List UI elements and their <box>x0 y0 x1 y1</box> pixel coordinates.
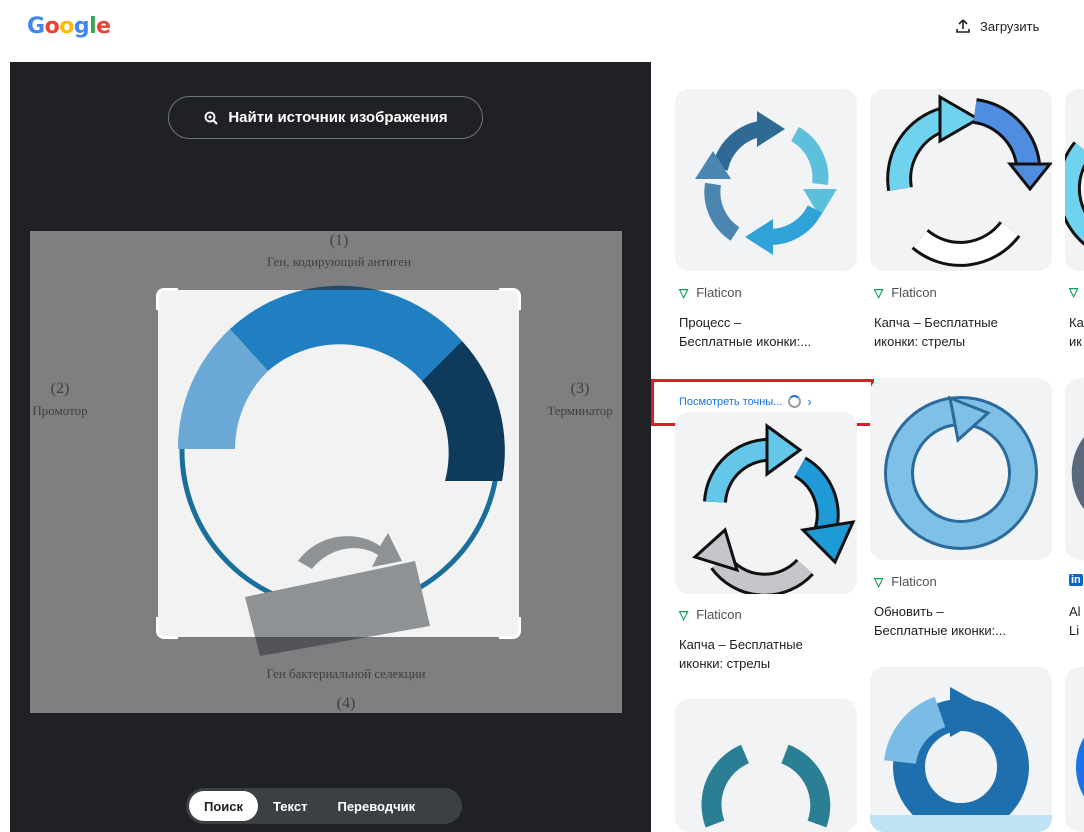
image-viewer-panel: Найти источник изображения (1) Ген, коди… <box>10 62 651 832</box>
cycle-arrows-icon <box>695 111 837 255</box>
mode-text-tab[interactable]: Текст <box>258 791 322 821</box>
flaticon-icon: ▽ <box>679 285 689 300</box>
captcha-arrows-icon <box>886 94 1052 267</box>
find-source-label: Найти источник изображения <box>228 109 448 126</box>
flaticon-icon: ▽ <box>874 574 884 589</box>
label-bottom-number: (4) <box>337 695 356 712</box>
selection-area[interactable] <box>158 290 519 637</box>
crop-handle-bottom-right[interactable] <box>499 617 521 639</box>
result-title[interactable]: Капча – Бесплатные иконки: стрелы <box>679 635 859 673</box>
uploaded-image[interactable]: (1) Ген, кодирующий антиген (2) Промотор… <box>30 231 622 713</box>
blue-cycle-arrows-icon <box>870 687 1052 832</box>
find-image-source-button[interactable]: Найти источник изображения <box>168 96 483 139</box>
results-panel: ▽ Flaticon Процесс – Бесплатные иконки:.… <box>651 62 1084 832</box>
result-source[interactable]: ▽ Flaticon <box>874 285 937 300</box>
result-source[interactable]: in <box>1069 574 1083 586</box>
result-thumbnail[interactable] <box>675 89 857 271</box>
captcha-arrows-icon <box>692 423 856 594</box>
result-thumbnail[interactable] <box>870 667 1052 832</box>
result-thumbnail[interactable] <box>870 378 1052 560</box>
result-source[interactable]: ▽ <box>1069 285 1078 299</box>
result-source[interactable]: ▽ Flaticon <box>679 285 742 300</box>
result-thumbnail[interactable] <box>870 89 1052 271</box>
result-title[interactable]: Al Li <box>1069 602 1084 640</box>
result-title[interactable]: Капча – Бесплатные иконки: стрелы <box>874 313 1054 351</box>
mode-search-tab[interactable]: Поиск <box>189 791 259 821</box>
lens-search-icon <box>204 111 219 125</box>
label-top-number: (1) <box>330 232 349 249</box>
crop-handle-top-right[interactable] <box>499 288 521 310</box>
loading-spinner-icon <box>788 395 802 408</box>
view-exact-matches-link[interactable]: Посмотреть точны... › <box>679 394 812 409</box>
result-thumbnail[interactable] <box>675 412 857 594</box>
label-right-text: Терминатор <box>547 403 613 418</box>
flaticon-icon: ▽ <box>1069 285 1079 299</box>
result-thumbnail[interactable] <box>675 699 857 832</box>
top-bar: Google Загрузить <box>0 0 1084 62</box>
arrow-graphic <box>1071 437 1084 509</box>
selection-crop <box>158 290 519 637</box>
upload-button[interactable]: Загрузить <box>955 18 1039 34</box>
label-top-text: Ген, кодирующий антиген <box>267 254 411 269</box>
result-source[interactable]: ▽ Flaticon <box>679 607 742 622</box>
result-title[interactable]: Процесс – Бесплатные иконки:... <box>679 313 859 351</box>
refresh-arrow-icon <box>884 395 1038 550</box>
arrow-graphic <box>1076 737 1084 797</box>
result-source[interactable]: ▽ Flaticon <box>874 574 937 589</box>
linkedin-icon: in <box>1069 574 1083 586</box>
result-title[interactable]: Обновить – Бесплатные иконки:... <box>874 602 1054 640</box>
label-left-number: (2) <box>51 380 70 397</box>
crop-handle-bottom-left[interactable] <box>156 617 178 639</box>
flaticon-icon: ▽ <box>874 285 884 300</box>
mode-switcher: Поиск Текст Переводчик <box>186 788 462 824</box>
result-thumbnail[interactable] <box>1065 667 1084 832</box>
result-thumbnail[interactable] <box>1065 378 1084 560</box>
label-bottom-text: Ген бактериальной селекции <box>266 666 425 681</box>
label-left-text: Промотор <box>32 403 87 418</box>
captcha-arrows-icon <box>1065 141 1084 246</box>
result-title[interactable]: Ка ик <box>1069 313 1084 351</box>
label-right-number: (3) <box>571 380 590 397</box>
google-logo[interactable]: Google <box>27 14 111 39</box>
flaticon-icon: ▽ <box>679 607 689 622</box>
result-thumbnail[interactable] <box>1065 89 1084 271</box>
mode-translate-tab[interactable]: Переводчик <box>322 791 430 821</box>
upload-label: Загрузить <box>980 18 1040 34</box>
chevron-right-icon: › <box>807 394 812 409</box>
dashed-cycle-icon <box>701 744 831 828</box>
upload-icon <box>956 19 970 33</box>
crop-handle-top-left[interactable] <box>156 288 178 310</box>
